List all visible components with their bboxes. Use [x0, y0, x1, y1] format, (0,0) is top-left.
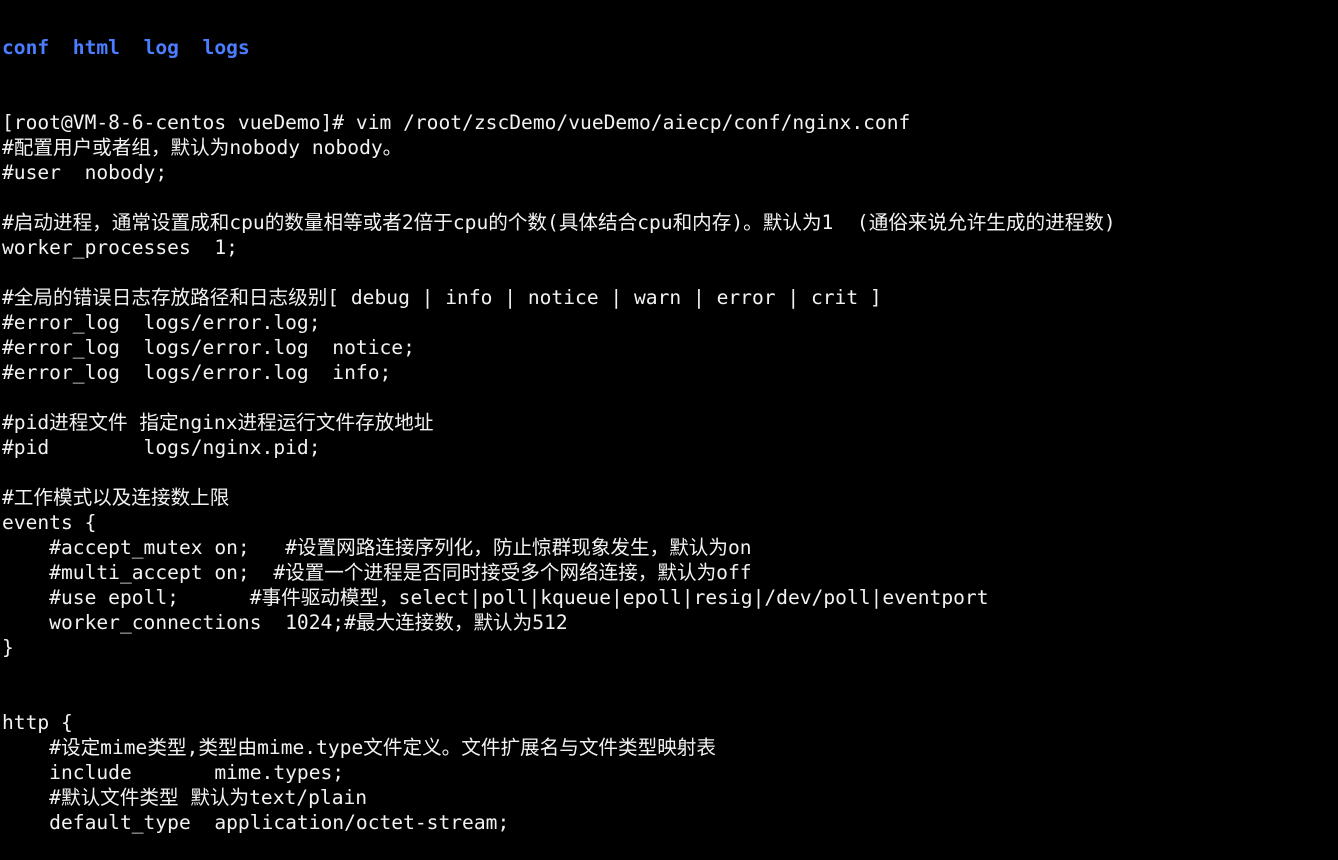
config-line [2, 185, 1116, 210]
dir-entry: log [143, 36, 179, 59]
config-line: #pid进程文件 指定nginx进程运行文件存放地址 [2, 411, 434, 434]
config-line: #默认文件类型 默认为text/plain [2, 786, 368, 809]
dir-entry: conf [2, 36, 50, 59]
config-line: default_type application/octet-stream; [2, 811, 510, 834]
terminal-output[interactable]: conf html log logs [root@VM-8-6-centos v… [2, 0, 1116, 860]
config-line: #启动进程，通常设置成和cpu的数量相等或者2倍于cpu的个数(具体结合cpu和… [2, 211, 1116, 234]
config-line: #配置用户或者组，默认为nobody nobody。 [2, 136, 403, 159]
config-line: worker_processes 1; [2, 236, 238, 259]
config-line: worker_connections 1024;#最大连接数，默认为512 [2, 611, 568, 634]
config-line: include mime.types; [2, 761, 345, 784]
config-line: http { [2, 711, 73, 734]
config-line: #accept_mutex on; #设置网路连接序列化，防止惊群现象发生，默认… [2, 536, 752, 559]
config-line: #全局的错误日志存放路径和日志级别[ debug | info | notice… [2, 286, 882, 309]
config-line [2, 460, 1116, 485]
ls-output-line: conf html log logs [2, 35, 1116, 60]
dir-entry: logs [202, 36, 250, 59]
config-line: #error_log logs/error.log; [2, 311, 321, 334]
config-line: #multi_accept on; #设置一个进程是否同时接受多个网络连接，默认… [2, 561, 752, 584]
config-line: #user nobody; [2, 161, 168, 184]
config-line [2, 260, 1116, 285]
config-line: #error_log logs/error.log notice; [2, 336, 415, 359]
config-line [2, 660, 1116, 685]
config-line: #pid logs/nginx.pid; [2, 436, 321, 459]
config-line: #工作模式以及连接数上限 [2, 486, 230, 509]
config-line: #use epoll; #事件驱动模型，select|poll|kqueue|e… [2, 586, 989, 609]
config-line: events { [2, 511, 97, 534]
shell-command-line: [root@VM-8-6-centos vueDemo]# vim /root/… [2, 111, 911, 134]
config-line [2, 385, 1116, 410]
config-line [2, 685, 1116, 710]
dir-entry: html [72, 36, 120, 59]
config-line: #error_log logs/error.log info; [2, 361, 392, 384]
config-line: } [2, 636, 14, 659]
